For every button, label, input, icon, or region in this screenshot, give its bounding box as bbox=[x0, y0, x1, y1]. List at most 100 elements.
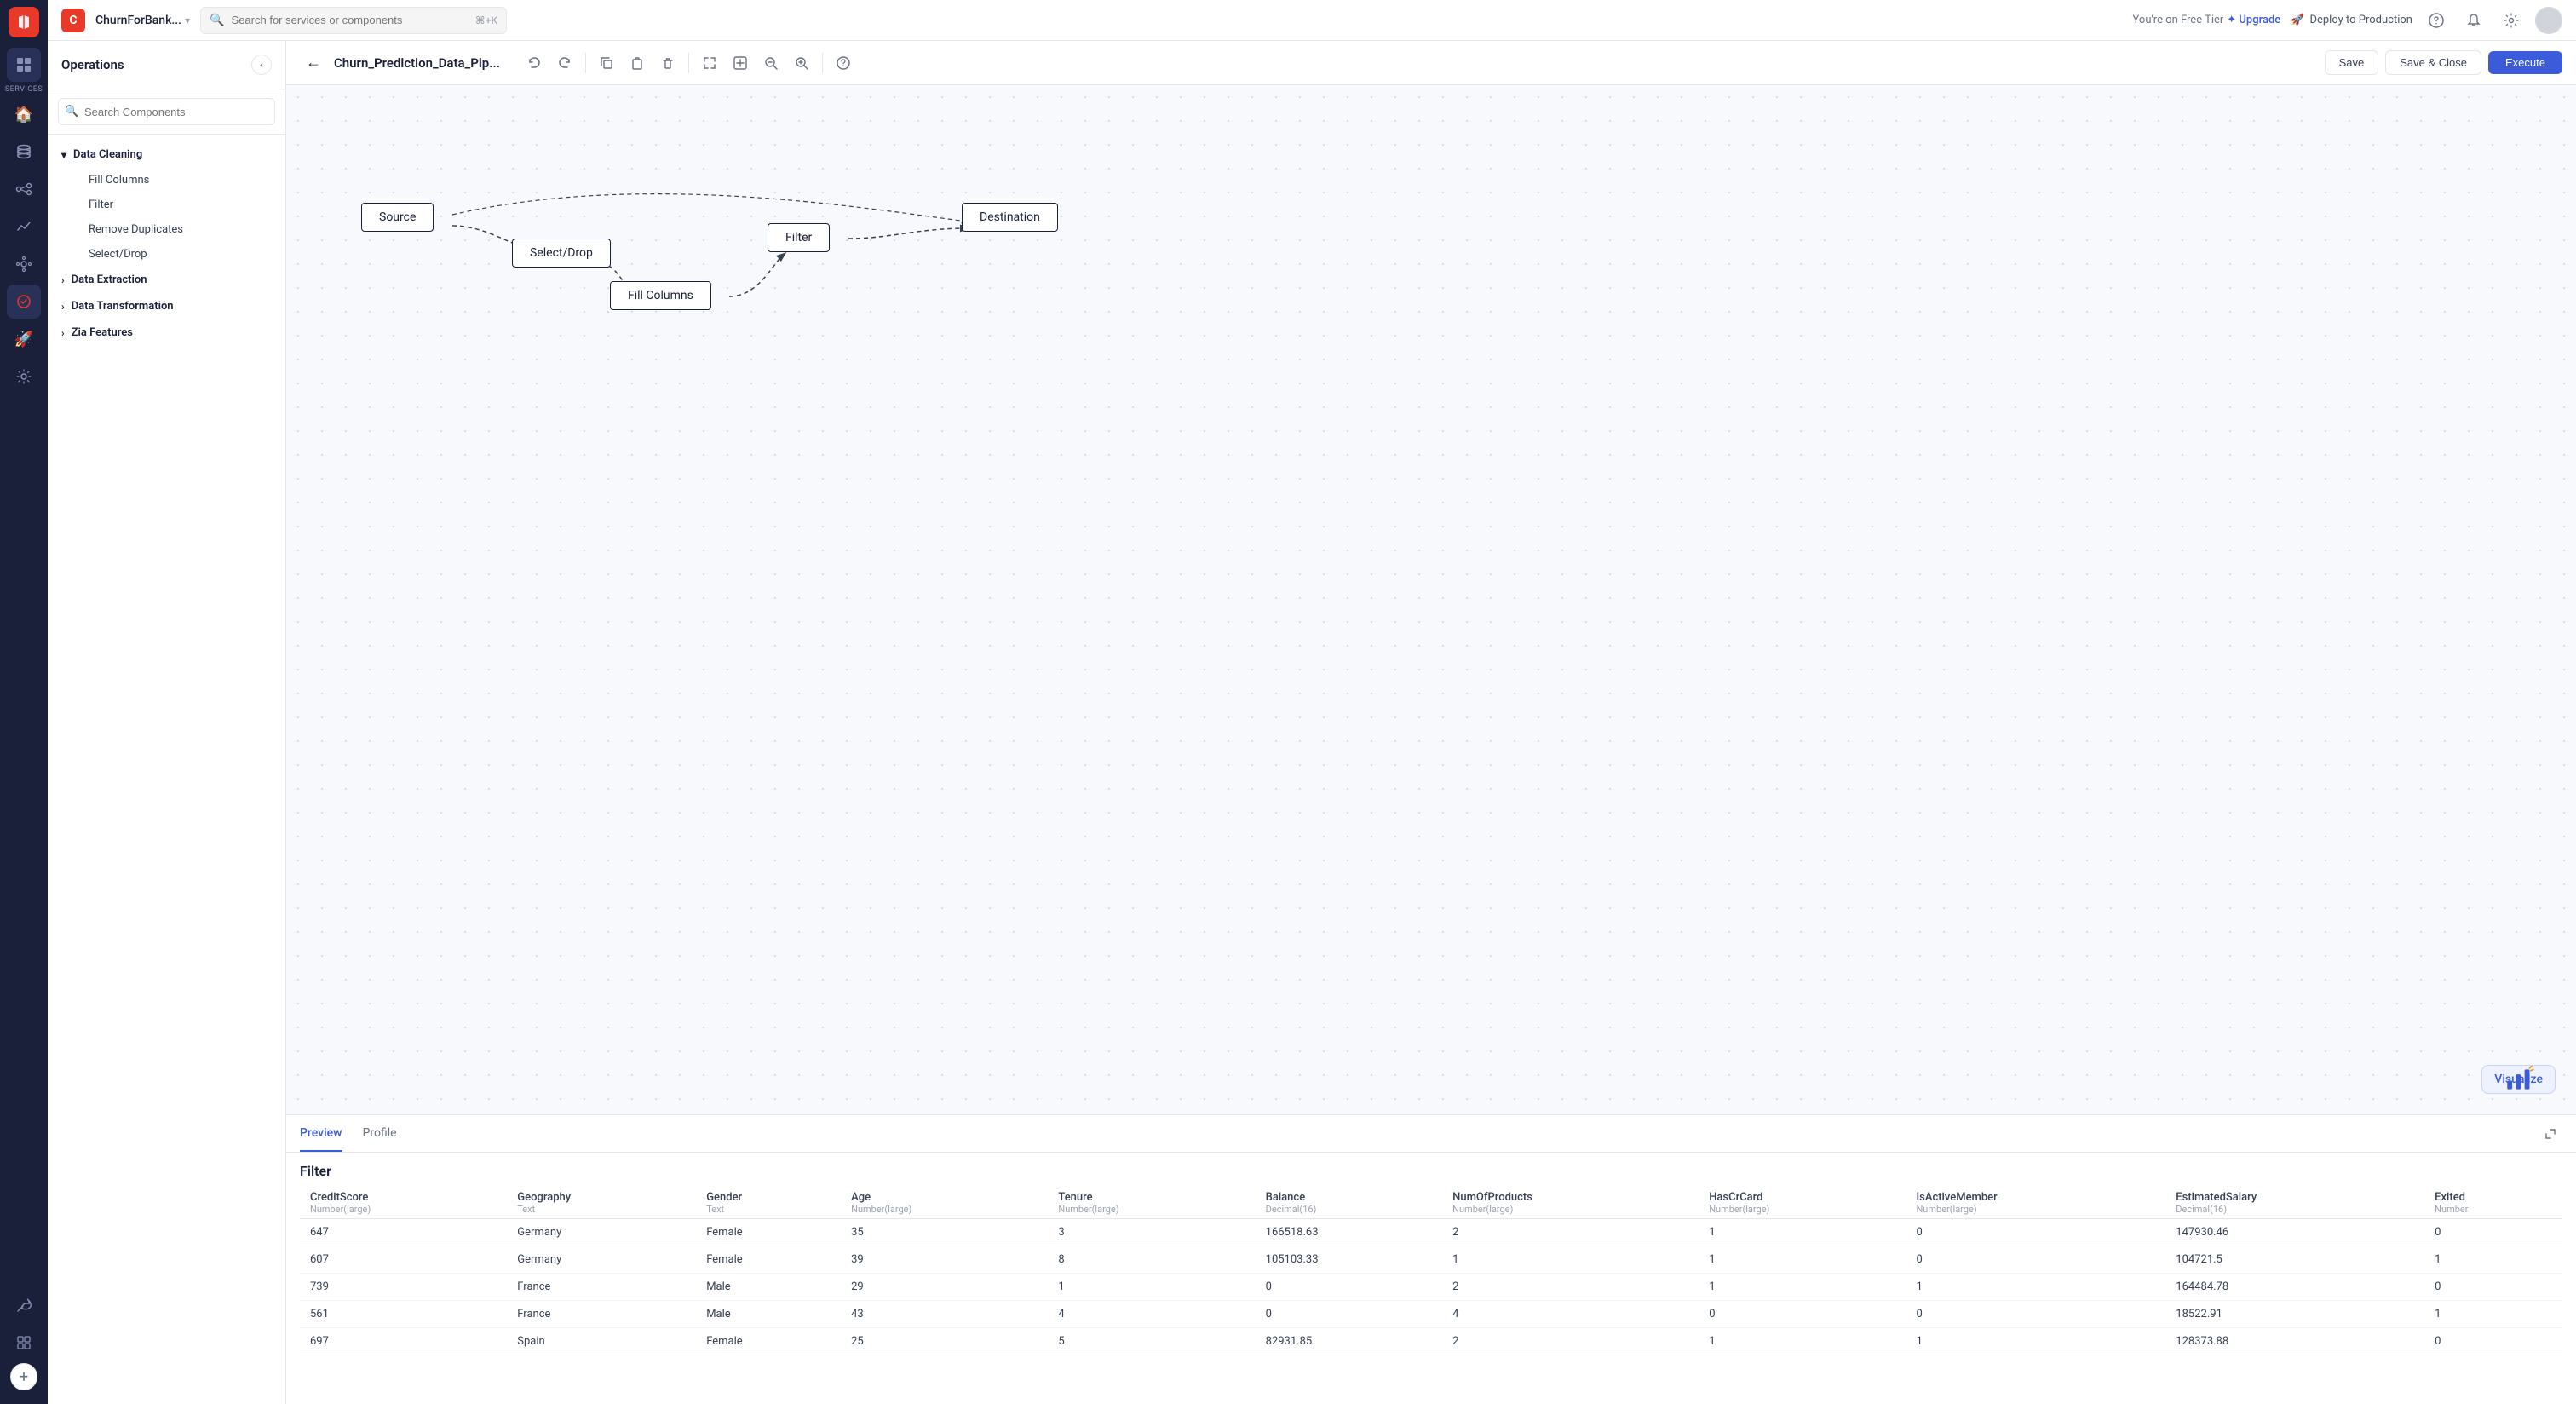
user-avatar[interactable] bbox=[2535, 7, 2562, 34]
save-close-button[interactable]: Save & Close bbox=[2385, 50, 2481, 75]
toolbar-divider-3 bbox=[822, 53, 823, 73]
app-logo[interactable] bbox=[9, 7, 39, 37]
nav-icon-analytics[interactable] bbox=[7, 210, 41, 244]
tab-profile[interactable]: Profile bbox=[363, 1115, 397, 1152]
visualize-button[interactable]: Visualize bbox=[2481, 1065, 2556, 1094]
pipeline-node-select-drop[interactable]: Select/Drop bbox=[512, 239, 611, 268]
data-table: CreditScore Number(large) Geography Text… bbox=[300, 1186, 2562, 1355]
ops-item-select-drop[interactable]: Select/Drop bbox=[75, 242, 285, 267]
search-input[interactable] bbox=[232, 14, 469, 26]
tab-right-actions bbox=[2539, 1122, 2562, 1146]
icon-sidebar: Services 🏠 bbox=[0, 0, 48, 1404]
delete-button[interactable] bbox=[654, 49, 681, 77]
table-row: 647GermanyFemale353166518.63210147930.46… bbox=[300, 1219, 2562, 1246]
nav-icon-tools[interactable] bbox=[7, 1288, 41, 1322]
add-component-button[interactable]: + bbox=[10, 1363, 37, 1390]
rocket-icon: 🚀 bbox=[2291, 14, 2304, 26]
toolbar-divider-2 bbox=[688, 53, 689, 73]
node-label: Fill Columns bbox=[628, 289, 693, 302]
chevron-down-icon: ▾ bbox=[185, 14, 190, 26]
pipeline-canvas[interactable]: Source Select/Drop Fill Columns Filter D… bbox=[286, 85, 2576, 1114]
col-isactivemember: IsActiveMember Number(large) bbox=[1906, 1186, 2165, 1219]
ops-search-input[interactable] bbox=[58, 98, 275, 125]
table-row: 607GermanyFemale398105103.33110104721.51 bbox=[300, 1246, 2562, 1274]
right-panel: ← Churn_Prediction_Data_Pip... bbox=[286, 41, 2576, 1404]
zoom-in-button[interactable] bbox=[788, 49, 815, 77]
save-button[interactable]: Save bbox=[2325, 50, 2379, 75]
toolbar-actions bbox=[520, 49, 857, 77]
keyboard-shortcut: ⌘+K bbox=[475, 14, 497, 26]
nav-icon-models[interactable] bbox=[7, 247, 41, 281]
category-label: Data Extraction bbox=[72, 273, 147, 286]
col-estimatedsalary: EstimatedSalary Decimal(16) bbox=[2165, 1186, 2424, 1219]
pipeline-node-destination[interactable]: Destination bbox=[962, 203, 1058, 232]
deploy-button[interactable]: 🚀 Deploy to Production bbox=[2291, 14, 2412, 26]
pipeline-node-filter[interactable]: Filter bbox=[768, 223, 830, 252]
nav-icon-rocket[interactable]: 🚀 bbox=[7, 322, 41, 356]
paste-button[interactable] bbox=[624, 49, 651, 77]
upgrade-link[interactable]: ✦ Upgrade bbox=[2227, 14, 2280, 26]
copy-button[interactable] bbox=[593, 49, 620, 77]
pipeline-container: Operations ‹ 🔍 ▾ Data Cleaning Fill C bbox=[48, 41, 2576, 1404]
category-zia-features: › Zia Features bbox=[48, 319, 285, 346]
nav-icon-home[interactable]: 🏠 bbox=[7, 97, 41, 131]
col-age: Age Number(large) bbox=[841, 1186, 1048, 1219]
data-cleaning-items: Fill Columns Filter Remove Duplicates Se… bbox=[48, 168, 285, 267]
nav-icon-active[interactable] bbox=[7, 285, 41, 319]
category-zia-features-header[interactable]: › Zia Features bbox=[48, 319, 285, 346]
app-logo-nav[interactable]: C bbox=[61, 9, 85, 32]
nav-icon-services[interactable] bbox=[7, 48, 41, 82]
category-label: Zia Features bbox=[72, 326, 133, 339]
table-row: 697SpainFemale25582931.85211128373.880 bbox=[300, 1328, 2562, 1355]
bell-icon-btn[interactable] bbox=[2460, 7, 2487, 34]
ops-title: Operations bbox=[61, 57, 124, 72]
ops-item-fill-columns[interactable]: Fill Columns bbox=[75, 168, 285, 193]
pipeline-toolbar: ← Churn_Prediction_Data_Pip... bbox=[286, 41, 2576, 85]
tab-preview[interactable]: Preview bbox=[300, 1115, 342, 1152]
category-label: Data Transformation bbox=[72, 300, 174, 313]
category-data-cleaning-header[interactable]: ▾ Data Cleaning bbox=[48, 141, 285, 168]
category-data-extraction-header[interactable]: › Data Extraction bbox=[48, 267, 285, 293]
col-tenure: Tenure Number(large) bbox=[1048, 1186, 1255, 1219]
nav-icon-database[interactable] bbox=[7, 135, 41, 169]
expand-button[interactable] bbox=[727, 49, 754, 77]
ops-list: ▾ Data Cleaning Fill Columns Filter Remo… bbox=[48, 135, 285, 1404]
chevron-right-icon: › bbox=[61, 301, 65, 313]
zoom-out-button[interactable] bbox=[757, 49, 785, 77]
nav-right: You're on Free Tier ✦ Upgrade 🚀 Deploy t… bbox=[2133, 7, 2562, 34]
help-button[interactable] bbox=[830, 49, 857, 77]
category-label: Data Cleaning bbox=[73, 148, 142, 161]
collapse-sidebar-button[interactable]: ‹ bbox=[251, 55, 272, 75]
nav-icon-settings2[interactable] bbox=[7, 360, 41, 394]
category-data-transformation-header[interactable]: › Data Transformation bbox=[48, 293, 285, 319]
ops-search-icon: 🔍 bbox=[65, 106, 78, 118]
undo-button[interactable] bbox=[520, 49, 548, 77]
nav-icon-grid[interactable] bbox=[7, 1326, 41, 1360]
pipeline-node-fill-columns[interactable]: Fill Columns bbox=[610, 281, 711, 310]
node-label: Destination bbox=[980, 210, 1040, 224]
redo-button[interactable] bbox=[551, 49, 578, 77]
fullscreen-button[interactable] bbox=[696, 49, 723, 77]
ops-search-area: 🔍 bbox=[48, 89, 285, 135]
back-button[interactable]: ← bbox=[300, 49, 327, 77]
expand-preview-button[interactable] bbox=[2539, 1122, 2562, 1146]
search-bar[interactable]: 🔍 ⌘+K bbox=[200, 7, 507, 34]
ops-item-filter[interactable]: Filter bbox=[75, 193, 285, 217]
help-icon-btn[interactable] bbox=[2423, 7, 2450, 34]
main-area: C ChurnForBank... ▾ 🔍 ⌘+K You're on Free… bbox=[48, 0, 2576, 1404]
pipeline-connections bbox=[286, 85, 2576, 1114]
project-name[interactable]: ChurnForBank... ▾ bbox=[95, 14, 190, 27]
col-exited: Exited Number bbox=[2424, 1186, 2562, 1219]
section-title: Filter bbox=[300, 1153, 2562, 1186]
nav-icon-pipeline[interactable] bbox=[7, 172, 41, 206]
col-creditscore: CreditScore Number(large) bbox=[300, 1186, 507, 1219]
preview-tabs: Preview Profile bbox=[286, 1115, 2576, 1153]
execute-button[interactable]: Execute bbox=[2488, 51, 2562, 74]
pipeline-node-source[interactable]: Source bbox=[361, 203, 434, 232]
node-label: Source bbox=[379, 210, 416, 224]
preview-content: Filter CreditScore Number(large) Geograp… bbox=[286, 1153, 2576, 1404]
ops-item-remove-duplicates[interactable]: Remove Duplicates bbox=[75, 217, 285, 242]
node-label: Select/Drop bbox=[530, 246, 593, 260]
settings-icon-btn[interactable] bbox=[2498, 7, 2525, 34]
pipeline-name: Churn_Prediction_Data_Pip... bbox=[334, 55, 500, 71]
